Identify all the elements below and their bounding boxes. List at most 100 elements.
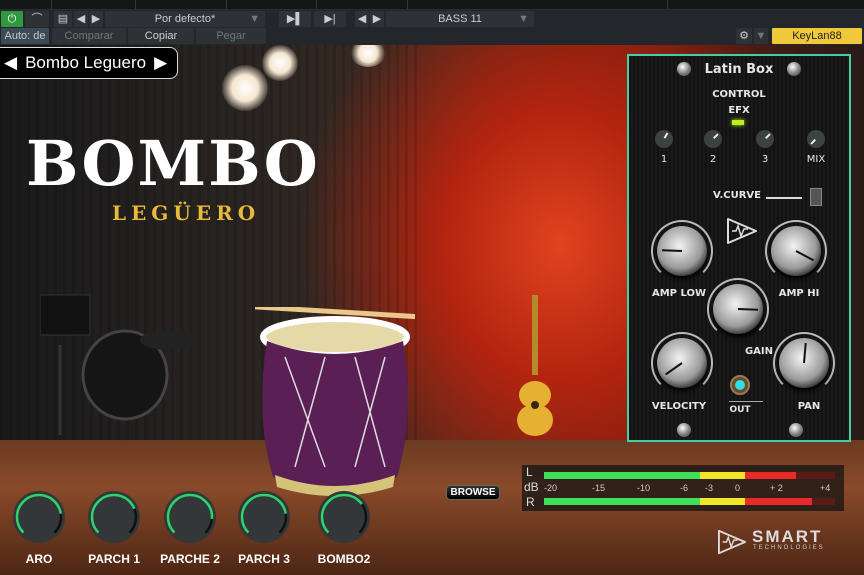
preset-value: Por defecto*: [154, 13, 216, 25]
ukulele-image: [517, 295, 553, 436]
amp-low-knob[interactable]: [657, 226, 707, 276]
meter-R-segment: [700, 498, 724, 505]
vcurve-label: V.CURVE: [713, 190, 761, 201]
send-icon[interactable]: ▶▌: [279, 11, 311, 27]
screw-icon: [677, 423, 691, 437]
meter-L-segment: [722, 472, 746, 479]
meter-tick: -10: [637, 483, 651, 493]
meter-L-segment: [767, 472, 790, 479]
product-subtitle: LEGÜERO: [112, 201, 261, 225]
efx-knob-label: 3: [761, 154, 769, 165]
compare-button[interactable]: Comparar: [52, 28, 126, 44]
efx-knob-label: 2: [709, 154, 717, 165]
pan-knob[interactable]: [779, 338, 829, 388]
copy-button[interactable]: Copiar: [128, 28, 194, 44]
preset-prev-icon[interactable]: ◀: [4, 48, 17, 78]
paste-button[interactable]: Pegar: [196, 28, 266, 44]
bypass-icon[interactable]: ⌒: [25, 11, 49, 27]
host-toolbar: ⏻ ⌒ ▤ ◀ ▶ Por defecto* ▼ ▶▌ ▶| ◀ ▶ BASS 1…: [0, 10, 864, 28]
meter-L-segment: [789, 472, 813, 479]
instrument-prev-button[interactable]: ◀: [355, 11, 369, 27]
settings-gear-icon[interactable]: ⚙: [736, 28, 752, 44]
meter-left-label: L: [526, 465, 533, 479]
drumset-image: [40, 294, 200, 435]
efx-knob-0[interactable]: [655, 130, 673, 148]
vcurve-switch[interactable]: [810, 188, 822, 206]
brand-name: SMART: [752, 527, 823, 546]
preset-next-button[interactable]: ▶: [89, 11, 103, 27]
mix-knob-label: PARCH 3: [238, 552, 290, 566]
screw-icon: [787, 62, 801, 76]
meter-tick: + 2: [770, 483, 783, 493]
meter-L-segment: [633, 472, 657, 479]
preset-file-icon[interactable]: ▤: [54, 11, 72, 27]
meter-tick: -3: [705, 483, 714, 493]
amp-hi-knob[interactable]: [771, 226, 821, 276]
vcurve-line: [766, 197, 802, 199]
screw-icon: [789, 423, 803, 437]
mix-knob-3[interactable]: [237, 490, 291, 544]
preset-prev-button[interactable]: ◀: [74, 11, 88, 27]
mix-knob-0[interactable]: [12, 490, 66, 544]
mix-knob-2[interactable]: [163, 490, 217, 544]
meter-db-label: dB: [524, 480, 539, 494]
preset-next-icon[interactable]: ▶: [154, 48, 167, 78]
meter-right-label: R: [526, 495, 535, 509]
efx-knob-label: MIX: [806, 154, 826, 165]
preset-selector[interactable]: ◀ Bombo Leguero ▶: [0, 47, 178, 79]
efx-led[interactable]: [732, 120, 744, 125]
meter-R-segment: [811, 498, 835, 505]
host-header-strip: [0, 0, 864, 10]
brand-subtitle: TECHNOLOGIES: [753, 545, 825, 551]
meter-L-segment: [544, 472, 567, 479]
level-meter: L dB R -20 -15 -10 -6 -3 0 + 2 +4: [522, 465, 844, 511]
meter-L-segment: [677, 472, 701, 479]
instrument-next-button[interactable]: ▶: [370, 11, 384, 27]
bombo-drum-image: [255, 307, 415, 496]
meter-tick: -15: [592, 483, 606, 493]
settings-dropdown-icon[interactable]: ▼: [754, 28, 768, 44]
meter-R-segment: [610, 498, 634, 505]
latin-box-title: Latin Box: [704, 62, 774, 77]
meter-R-segment: [655, 498, 679, 505]
next-insert-icon[interactable]: ▶|: [314, 11, 346, 27]
meter-R-segment: [744, 498, 768, 505]
pan-label: PAN: [797, 401, 821, 412]
efx-label: EFX: [728, 105, 750, 116]
license-user: KeyLan88: [772, 28, 862, 44]
gain-knob[interactable]: [713, 284, 763, 334]
control-label: CONTROL: [712, 89, 766, 100]
preset-dropdown[interactable]: Por defecto* ▼: [105, 11, 265, 27]
meter-tick: -6: [680, 483, 689, 493]
meter-R-segment: [633, 498, 657, 505]
meter-R-segment: [722, 498, 746, 505]
smart-brand-icon: [718, 529, 746, 555]
meter-L-segment: [588, 472, 612, 479]
mix-knob-4[interactable]: [317, 490, 371, 544]
velocity-label: VELOCITY: [651, 401, 707, 412]
power-button[interactable]: ⏻: [1, 11, 23, 27]
velocity-knob[interactable]: [657, 338, 707, 388]
latin-box-panel: Latin Box CONTROL EFX 1 2 3 MIX V.CURVE AMP…: [627, 54, 851, 442]
meter-R-segment: [588, 498, 612, 505]
product-title: BOMBO: [26, 127, 320, 200]
stage-light: [262, 45, 298, 81]
meter-R-segment: [789, 498, 813, 505]
browse-button[interactable]: BROWSE: [446, 485, 500, 500]
plugin-window: ◀ Bombo Leguero ▶ BOMBO LEGÜERO Latin Box …: [0, 45, 864, 575]
meter-R-segment: [544, 498, 567, 505]
meter-R-segment: [566, 498, 590, 505]
out-jack[interactable]: [730, 375, 750, 395]
efx-knob-1[interactable]: [704, 130, 722, 148]
meter-tick: 0: [735, 483, 741, 493]
mix-knob-1[interactable]: [87, 490, 141, 544]
efx-knob-2[interactable]: [756, 130, 774, 148]
preset-name: Bombo Leguero: [25, 53, 147, 72]
meter-tick: -20: [544, 483, 558, 493]
efx-knob-3[interactable]: [807, 130, 825, 148]
instrument-dropdown[interactable]: BASS 11 ▼: [386, 11, 534, 27]
automation-button[interactable]: Auto: de: [1, 28, 49, 44]
mix-knob-label: BOMBO2: [317, 552, 371, 566]
meter-L-segment: [610, 472, 634, 479]
meter-L-segment: [811, 472, 835, 479]
